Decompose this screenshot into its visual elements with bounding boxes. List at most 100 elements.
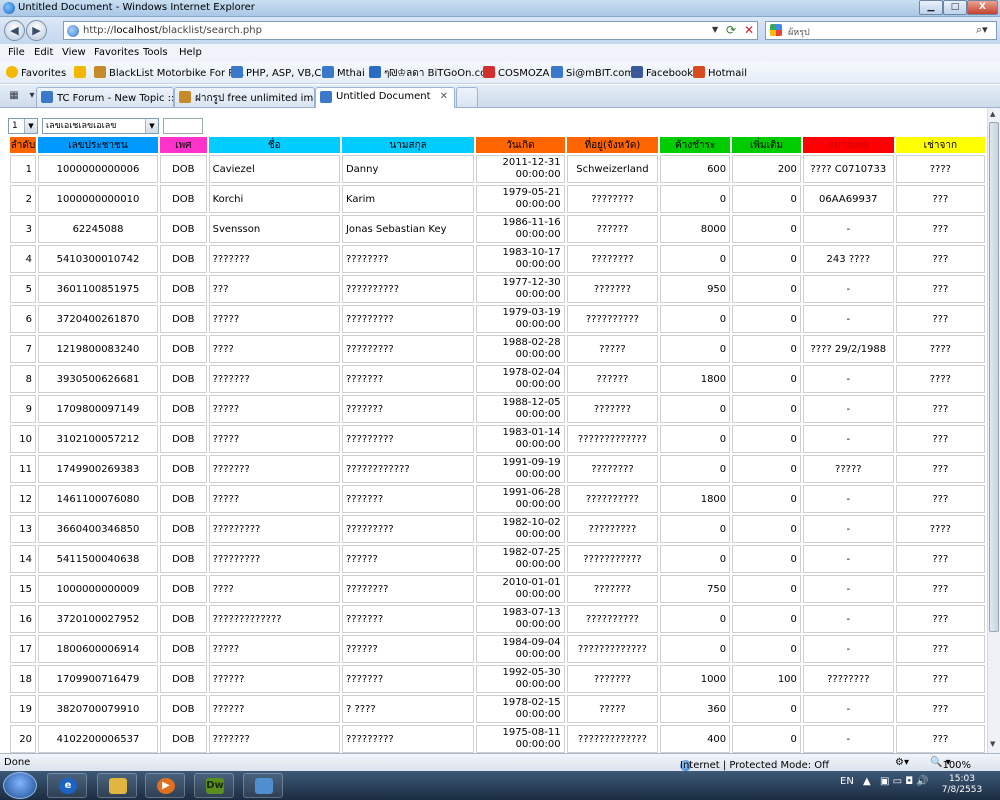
cell-sex: DOB xyxy=(160,365,207,393)
tray-icons[interactable]: ▣ ▭ ◘ 🔊 xyxy=(880,776,929,787)
cell-no: 6 xyxy=(10,305,36,333)
cell-rented-from: ??? xyxy=(895,725,985,753)
birthdate-date: 1986-11-16 xyxy=(502,217,561,228)
birthdate-date: 1983-10-17 xyxy=(502,247,561,258)
tab-untitled-document[interactable]: Untitled Document ✕ xyxy=(315,87,455,108)
cell-birthdate: 1991-09-19 00:00:00 xyxy=(476,455,565,483)
forward-button[interactable]: ▶ xyxy=(26,20,47,41)
search-icon[interactable]: ⌕▾ xyxy=(976,23,988,37)
address-bar[interactable]: http://localhost/blacklist/search.php ▼ … xyxy=(63,21,758,40)
scroll-down-icon[interactable]: ▼ xyxy=(990,740,995,748)
taskbar-dreamweaver[interactable]: Dw xyxy=(194,773,234,798)
protected-mode-icon[interactable]: ⚙▾ xyxy=(895,757,909,768)
cell-extra: 0 xyxy=(732,575,801,603)
favorite-facebook[interactable]: Facebook xyxy=(631,66,693,79)
cell-extra: 0 xyxy=(732,455,801,483)
ie-logo-icon xyxy=(3,2,15,14)
favorite-simbit[interactable]: Si@mBIT.com xyxy=(551,66,634,79)
address-url[interactable]: http://localhost/blacklist/search.php xyxy=(83,25,262,36)
close-tab-icon[interactable]: ✕ xyxy=(440,91,448,102)
search-input[interactable] xyxy=(163,118,203,134)
menu-view[interactable]: View xyxy=(62,47,86,58)
add-favorite-icon[interactable] xyxy=(74,66,89,79)
cell-last-name: ?????? xyxy=(341,635,475,663)
menu-tools[interactable]: Tools xyxy=(143,47,168,58)
cell-address: ?????? xyxy=(566,365,659,393)
cell-last-name: ??????? xyxy=(341,485,475,513)
favorite-bitgoon[interactable]: ๆ₪♔ลดา BiTGoOn.com xyxy=(369,66,496,81)
cell-no: 5 xyxy=(10,275,36,303)
new-tab-button[interactable] xyxy=(456,87,478,107)
cell-address: ?????? xyxy=(566,215,659,243)
birthdate-date: 1988-12-05 xyxy=(502,397,561,408)
cell-note: - xyxy=(802,575,894,603)
close-window-button[interactable]: X xyxy=(967,0,998,15)
cell-address: ?????????? xyxy=(566,305,659,333)
refresh-icon[interactable]: ⟳ xyxy=(726,23,736,37)
cell-sex: DOB xyxy=(160,575,207,603)
scroll-up-icon[interactable]: ▲ xyxy=(990,110,995,118)
birthdate-date: 1983-07-13 xyxy=(502,607,561,618)
cell-id: 3930500626681 xyxy=(37,365,159,393)
favorite-php[interactable]: PHP, ASP, VB,C# xyxy=(231,66,330,79)
birthdate-date: 1979-03-19 xyxy=(502,307,561,318)
address-dropdown-icon[interactable]: ▼ xyxy=(712,25,718,34)
menu-favorites[interactable]: Favorites xyxy=(94,47,139,58)
search-text[interactable]: ผ้หรุป xyxy=(788,25,810,39)
tab-image-upload[interactable]: ฝากรูป free unlimited imag... xyxy=(174,87,315,107)
taskbar-explorer[interactable] xyxy=(97,773,137,798)
birthdate-time: 00:00:00 xyxy=(515,529,561,540)
cell-address: ??????? xyxy=(566,665,659,693)
menu-edit[interactable]: Edit xyxy=(34,47,53,58)
language-indicator[interactable]: EN xyxy=(840,776,854,787)
cell-address: ????? xyxy=(566,335,659,363)
cell-no: 15 xyxy=(10,575,36,603)
cell-last-name: ????????? xyxy=(341,305,475,333)
maximize-button[interactable]: □ xyxy=(943,0,967,15)
vertical-scrollbar[interactable]: ▲ ▼ xyxy=(987,108,1000,753)
table-row: 8 3930500626681 DOB?????????????? 1978-02-0… xyxy=(10,365,985,393)
cell-address: ???????? xyxy=(566,455,659,483)
cell-note: - xyxy=(802,545,894,573)
start-button[interactable] xyxy=(3,772,37,799)
favorite-cosmoza[interactable]: COSMOZA xyxy=(483,66,549,79)
cell-owed: 750 xyxy=(660,575,731,603)
scrollbar-thumb[interactable] xyxy=(989,122,999,632)
search-box[interactable]: ผ้หรุป ⌕▾ xyxy=(765,21,997,40)
quick-tabs-icon[interactable]: ▦ xyxy=(6,88,22,104)
zoom-level[interactable]: 🔍 100% ▾ xyxy=(930,757,971,771)
cell-birthdate: 1991-06-28 00:00:00 xyxy=(476,485,565,513)
google-icon xyxy=(770,24,782,36)
table-row: 6 3720400261870 DOB?????????????? 1979-03-1… xyxy=(10,305,985,333)
birthdate-time: 00:00:00 xyxy=(515,739,561,750)
cell-owed: 0 xyxy=(660,245,731,273)
cell-rented-from: ??? xyxy=(895,305,985,333)
show-hidden-icons[interactable]: ▲ xyxy=(863,776,871,787)
favorite-page-icon xyxy=(483,66,495,78)
cell-birthdate: 1978-02-04 00:00:00 xyxy=(476,365,565,393)
col-header-note: หมายเหตุ xyxy=(802,137,894,153)
back-button[interactable]: ◀ xyxy=(4,20,25,41)
cell-id: 1000000000006 xyxy=(37,155,159,183)
menu-help[interactable]: Help xyxy=(179,47,202,58)
minimize-button[interactable]: ▁ xyxy=(919,0,943,15)
tab-tc-forum[interactable]: TC Forum - New Topic :: ร... xyxy=(36,87,174,107)
taskbar-network[interactable] xyxy=(243,773,283,798)
cell-address: ????????????? xyxy=(566,635,659,663)
taskbar-ie[interactable]: e xyxy=(47,773,87,798)
menu-file[interactable]: File xyxy=(8,47,25,58)
status-text: Done xyxy=(4,757,31,768)
system-clock[interactable]: 15:03 7/8/2553 xyxy=(932,774,992,796)
cell-id: 1709900716479 xyxy=(37,665,159,693)
taskbar-media-player[interactable]: ▶ xyxy=(145,773,185,798)
favorites-button[interactable]: Favorites xyxy=(6,66,66,79)
cell-extra: 0 xyxy=(732,215,801,243)
count-select[interactable]: 1 ▼ xyxy=(8,118,38,134)
cell-last-name: ???????? xyxy=(341,575,475,603)
cell-no: 11 xyxy=(10,455,36,483)
favorite-hotmail[interactable]: Hotmail xyxy=(693,66,747,79)
favorite-mthai[interactable]: Mthai xyxy=(322,66,365,79)
search-by-select[interactable]: เลขเอเชเลขเอเลข ▼ xyxy=(42,118,159,134)
stop-icon[interactable]: ✕ xyxy=(744,23,754,37)
favorite-blacklist[interactable]: BlackList Motorbike For R... xyxy=(94,66,244,79)
